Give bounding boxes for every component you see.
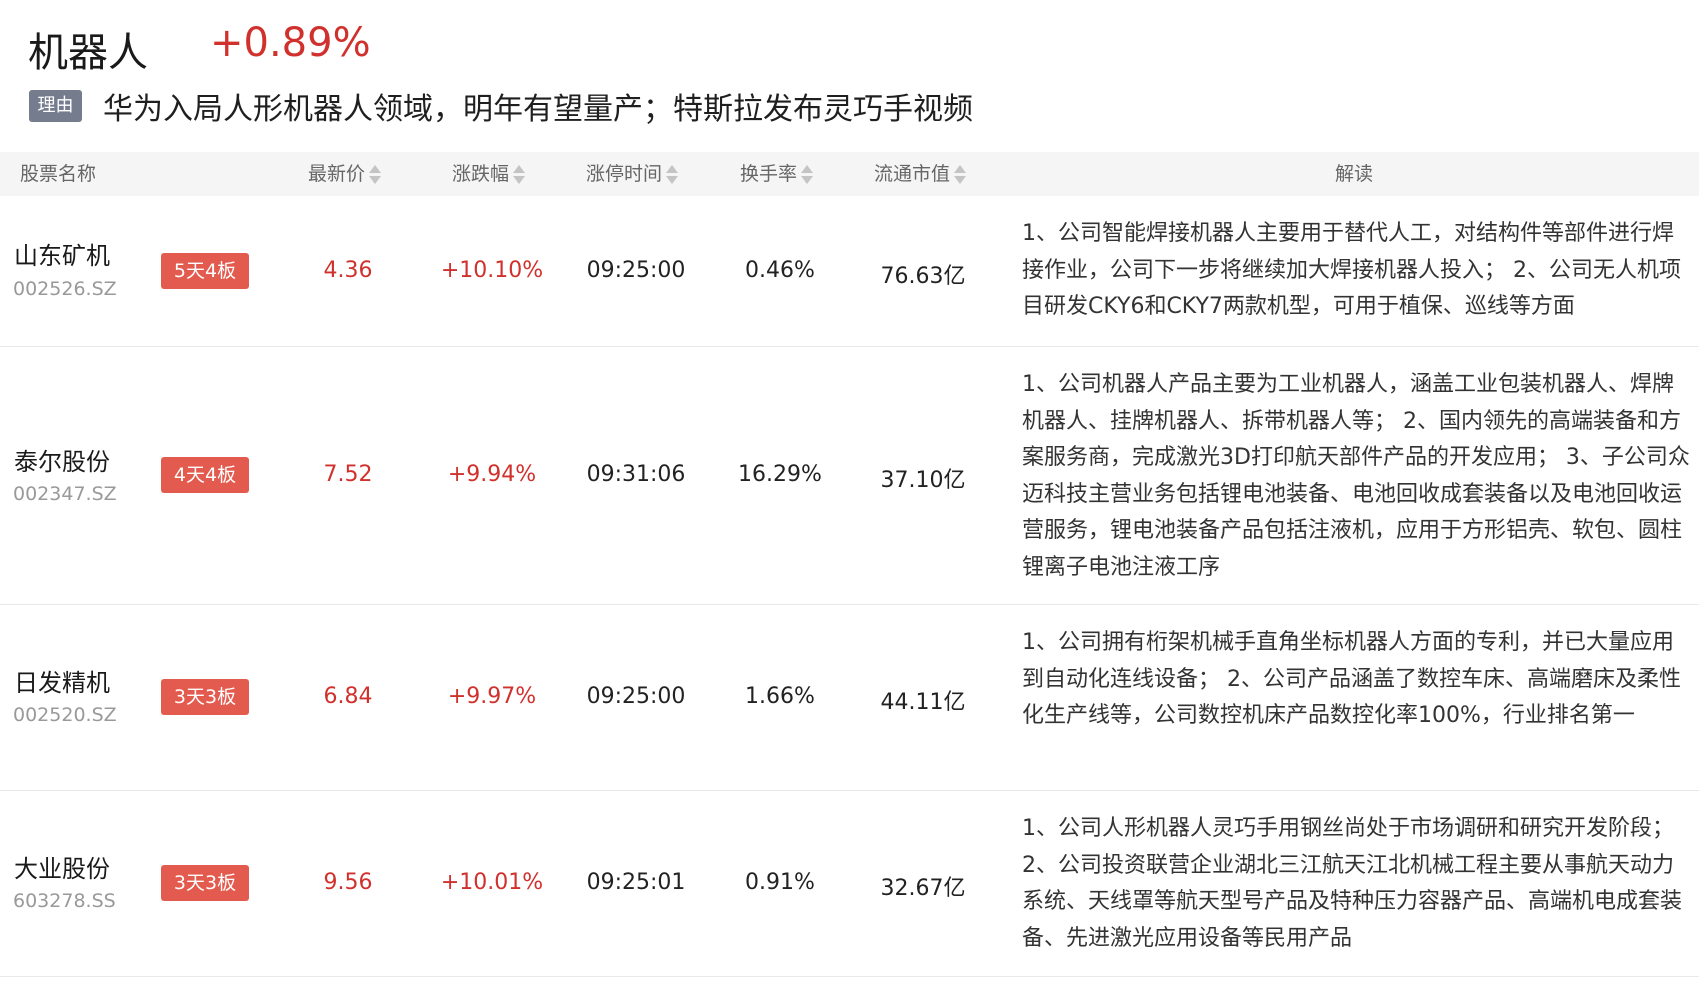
stock-name[interactable]: 大业股份: [14, 849, 110, 884]
stock-code: 603278.SS: [13, 890, 116, 912]
col-analysis: 解读: [1335, 163, 1374, 185]
table-header: 股票名称 最新价 涨跌幅 涨停时间 换手率 流通市值 解读: [0, 152, 1699, 196]
change-pct: +9.97%: [447, 684, 537, 709]
col-turnover-sort[interactable]: 换手率: [740, 152, 814, 196]
sector-change: +0.89%: [210, 20, 371, 66]
market-cap: 44.11亿: [880, 690, 966, 715]
analysis-text: 1、公司机器人产品主要为工业机器人，涵盖工业包装机器人、焊牌机器人、挂牌机器人、…: [1022, 372, 1690, 580]
sort-icon: [801, 164, 814, 186]
analysis-text: 1、公司人形机器人灵巧手用钢丝尚处于市场调研和研究开发阶段； 2、公司投资联营企…: [1022, 816, 1683, 951]
price: 9.56: [323, 870, 373, 895]
limit-time: 09:25:01: [586, 870, 686, 895]
limit-time: 09:31:06: [586, 462, 686, 487]
table-row[interactable]: 日发精机 002520.SZ 3天3板 6.84 +9.97% 09:25:00…: [0, 605, 1699, 791]
change-pct: +10.10%: [440, 258, 544, 283]
sort-icon: [369, 164, 382, 186]
streak-badge: 5天4板: [161, 253, 249, 289]
turnover: 0.46%: [745, 258, 815, 283]
analysis-text: 1、公司智能焊接机器人主要用于替代人工，对结构件等部件进行焊接作业，公司下一步将…: [1022, 221, 1681, 319]
sector-title: 机器人: [28, 30, 148, 76]
price: 4.36: [323, 258, 373, 283]
change-pct: +9.94%: [447, 462, 537, 487]
sector-header: 机器人 +0.89% 理由 华为入局人形机器人领域，明年有望量产；特斯拉发布灵巧…: [0, 0, 1699, 150]
sort-icon: [954, 164, 967, 186]
price: 6.84: [323, 684, 373, 709]
stock-name[interactable]: 山东矿机: [14, 236, 110, 271]
streak-badge: 4天4板: [161, 457, 249, 493]
turnover: 0.91%: [745, 870, 815, 895]
stock-name[interactable]: 泰尔股份: [14, 442, 110, 477]
stock-code: 002526.SZ: [13, 278, 117, 300]
limit-time: 09:25:00: [586, 258, 686, 283]
market-cap: 37.10亿: [880, 468, 966, 493]
turnover: 1.66%: [745, 684, 815, 709]
stock-code: 002347.SZ: [13, 483, 117, 505]
stock-code: 002520.SZ: [13, 704, 117, 726]
reason-tag: 理由: [29, 90, 82, 122]
col-change-sort[interactable]: 涨跌幅: [452, 152, 526, 196]
price: 7.52: [323, 462, 373, 487]
streak-badge: 3天3板: [161, 679, 249, 715]
table-row[interactable]: 泰尔股份 002347.SZ 4天4板 7.52 +9.94% 09:31:06…: [0, 347, 1699, 605]
table-row[interactable]: 山东矿机 002526.SZ 5天4板 4.36 +10.10% 09:25:0…: [0, 196, 1699, 347]
turnover: 16.29%: [738, 462, 822, 487]
market-cap: 76.63亿: [880, 264, 966, 289]
reason-text: 华为入局人形机器人领域，明年有望量产；特斯拉发布灵巧手视频: [103, 92, 973, 127]
change-pct: +10.01%: [440, 870, 544, 895]
sort-icon: [513, 164, 526, 186]
sort-icon: [666, 164, 679, 186]
analysis-text: 1、公司拥有桁架机械手直角坐标机器人方面的专利，并已大量应用到自动化连线设备； …: [1022, 630, 1681, 728]
stock-name[interactable]: 日发精机: [14, 663, 110, 698]
limit-time: 09:25:00: [586, 684, 686, 709]
market-cap: 32.67亿: [880, 876, 966, 901]
col-name: 股票名称: [20, 163, 97, 185]
streak-badge: 3天3板: [161, 865, 249, 901]
col-market-cap-sort[interactable]: 流通市值: [874, 152, 967, 196]
col-limit-time-sort[interactable]: 涨停时间: [586, 152, 679, 196]
col-price-sort[interactable]: 最新价: [308, 152, 382, 196]
table-row[interactable]: 大业股份 603278.SS 3天3板 9.56 +10.01% 09:25:0…: [0, 791, 1699, 977]
